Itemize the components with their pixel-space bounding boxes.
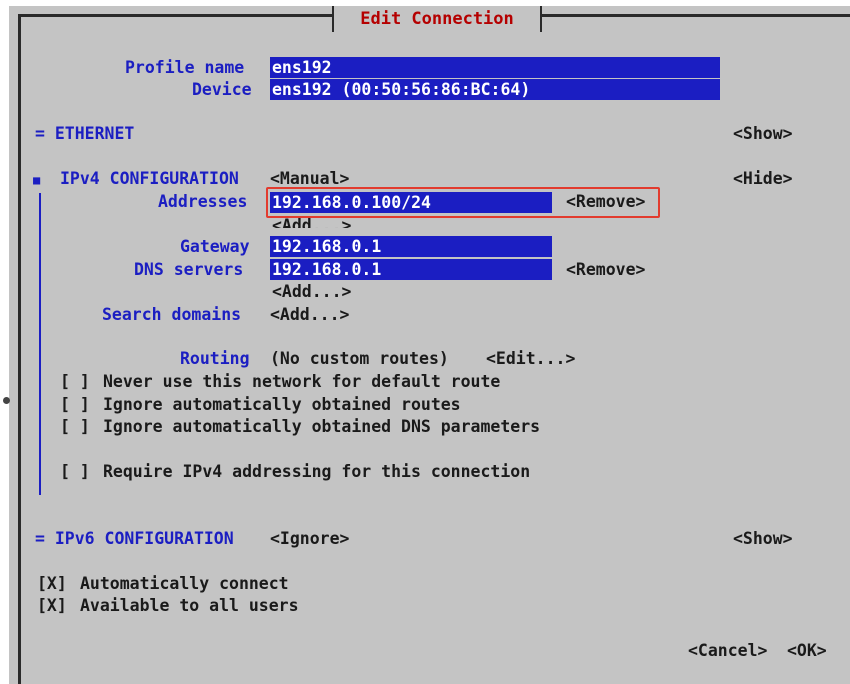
search-domains-add-button[interactable]: <Add...> xyxy=(270,304,349,326)
checkbox-label: Require IPv4 addressing for this connect… xyxy=(103,462,531,481)
ipv6-method-select[interactable]: <Ignore> xyxy=(270,528,349,550)
checkbox-label: Ignore automatically obtained DNS parame… xyxy=(103,417,541,436)
device-label: Device xyxy=(192,80,252,99)
checkbox-label: Available to all users xyxy=(80,596,299,615)
checkbox-all-users[interactable]: [X] xyxy=(37,595,67,617)
ipv4-section-bracket xyxy=(39,193,41,495)
checkbox-ignore-routes[interactable]: [ ] xyxy=(60,394,90,416)
dialog-border-left xyxy=(18,14,21,684)
profile-name-field[interactable]: ens192 xyxy=(270,57,720,78)
checkbox-ignore-dns[interactable]: [ ] xyxy=(60,416,90,438)
ipv6-section-label: = IPv6 CONFIGURATION xyxy=(35,529,234,548)
checkbox-never-default-route[interactable]: [ ] xyxy=(60,371,90,393)
ok-button[interactable]: <OK> xyxy=(787,640,827,662)
checkbox-label: Never use this network for default route xyxy=(103,372,501,391)
ipv4-hide-button[interactable]: <Hide> xyxy=(733,168,793,190)
dialog-title-box: Edit Connection xyxy=(332,6,542,32)
routing-label: Routing xyxy=(180,349,250,368)
gateway-label: Gateway xyxy=(180,237,250,256)
checkbox-label: Ignore automatically obtained routes xyxy=(103,395,461,414)
dns-servers-label: DNS servers xyxy=(134,260,244,279)
checkbox-label: Automatically connect xyxy=(80,574,289,593)
frame-dot xyxy=(3,397,10,404)
checkbox-autoconnect[interactable]: [X] xyxy=(37,573,67,595)
ethernet-show-button[interactable]: <Show> xyxy=(733,123,793,145)
device-field[interactable]: ens192 (00:50:56:86:BC:64) xyxy=(270,79,720,100)
routing-value: (No custom routes) xyxy=(270,349,449,368)
ipv4-marker: ■ xyxy=(33,173,41,187)
addresses-label: Addresses xyxy=(158,192,248,211)
dialog-title: Edit Connection xyxy=(360,9,514,29)
gateway-input[interactable]: 192.168.0.1 xyxy=(270,236,552,257)
ipv6-show-button[interactable]: <Show> xyxy=(733,528,793,550)
cancel-button[interactable]: <Cancel> xyxy=(688,640,767,662)
dns-server-input[interactable]: 192.168.0.1 xyxy=(270,259,552,280)
routing-edit-button[interactable]: <Edit...> xyxy=(486,348,575,370)
search-domains-label: Search domains xyxy=(102,305,242,324)
profile-name-label: Profile name xyxy=(125,58,245,77)
ipv4-section-label: IPv4 CONFIGURATION xyxy=(60,169,239,188)
address-add-button[interactable]: <Add...> xyxy=(272,215,351,228)
dns-add-button[interactable]: <Add...> xyxy=(272,281,351,303)
dns-remove-button[interactable]: <Remove> xyxy=(566,259,645,281)
ethernet-section-label: = ETHERNET xyxy=(35,124,135,143)
highlight-box xyxy=(266,187,660,218)
checkbox-require-ipv4[interactable]: [ ] xyxy=(60,461,90,483)
